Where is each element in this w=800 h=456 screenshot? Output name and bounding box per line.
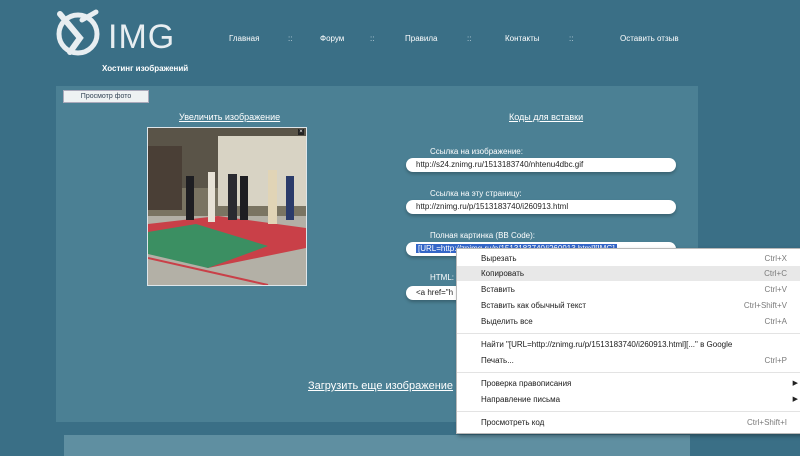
menu-item-shortcut: Ctrl+Shift+I: [746, 418, 787, 427]
footer-panel: [64, 435, 690, 456]
menu-separator: [457, 372, 800, 373]
menu-item-text-direction[interactable]: Направление письма ▶: [457, 392, 800, 407]
menu-item-shortcut: Ctrl+X: [764, 254, 787, 263]
menu-item-label: Копировать: [481, 269, 525, 278]
menu-item-print[interactable]: Печать... Ctrl+P: [457, 353, 800, 368]
menu-separator: [457, 333, 800, 334]
menu-item-shortcut: Ctrl+A: [764, 317, 787, 326]
menu-item-copy[interactable]: Копировать Ctrl+C: [457, 266, 800, 281]
bbcode-label: Полная картинка (BB Code):: [430, 231, 535, 240]
menu-item-shortcut: Ctrl+V: [764, 285, 787, 294]
nav-separator: ::: [569, 34, 574, 43]
menu-item-spellcheck[interactable]: Проверка правописания ▶: [457, 376, 800, 391]
menu-item-paste-plain[interactable]: Вставить как обычный текст Ctrl+Shift+V: [457, 298, 800, 313]
menu-item-label: Вставить как обычный текст: [481, 301, 587, 310]
menu-item-label: Выделить все: [481, 317, 533, 326]
nav-forum[interactable]: Форум: [320, 34, 344, 43]
menu-item-select-all[interactable]: Выделить все Ctrl+A: [457, 314, 800, 329]
upload-more-link[interactable]: Загрузить еще изображение: [308, 380, 453, 392]
context-menu: Вырезать Ctrl+X Копировать Ctrl+C Встави…: [456, 248, 800, 434]
page-link-label: Ссылка на эту страницу:: [430, 189, 522, 198]
logo-subtitle: Хостинг изображений: [102, 64, 189, 73]
nav-separator: ::: [288, 34, 293, 43]
menu-item-shortcut: Ctrl+Shift+V: [743, 301, 787, 310]
html-code-label: HTML:: [430, 273, 454, 282]
nav-contacts[interactable]: Контакты: [505, 34, 540, 43]
chevron-right-icon: ▶: [792, 396, 798, 403]
menu-item-label: Проверка правописания: [481, 379, 572, 388]
logo-icon: [56, 9, 100, 56]
menu-item-label: Вставить: [481, 285, 515, 294]
menu-item-search-google[interactable]: Найти "[URL=http://znimg.ru/p/1513183740…: [457, 337, 800, 352]
menu-item-label: Печать...: [481, 356, 514, 365]
menu-item-label: Направление письма: [481, 395, 561, 404]
photo-thumbnail[interactable]: ×: [147, 127, 307, 286]
menu-item-inspect[interactable]: Просмотреть код Ctrl+Shift+I: [457, 415, 800, 430]
nav-rules[interactable]: Правила: [405, 34, 437, 43]
chevron-right-icon: ▶: [792, 380, 798, 387]
close-icon[interactable]: ×: [298, 129, 304, 135]
image-link-label: Ссылка на изображение:: [430, 147, 523, 156]
image-link-field[interactable]: http://s24.znimg.ru/1513183740/nhtenu4db…: [406, 158, 676, 172]
menu-item-shortcut: Ctrl+P: [764, 356, 787, 365]
nav-separator: ::: [467, 34, 472, 43]
tab-photo-view[interactable]: Просмотр фото: [63, 90, 149, 103]
site-logo[interactable]: IMG Хостинг изображений: [56, 8, 196, 73]
embed-codes-link[interactable]: Коды для вставки: [509, 112, 583, 122]
menu-item-shortcut: Ctrl+C: [764, 269, 787, 278]
enlarge-image-link[interactable]: Увеличить изображение: [179, 112, 280, 122]
photo-image: [148, 128, 306, 285]
nav-separator: ::: [370, 34, 375, 43]
menu-item-label: Найти "[URL=http://znimg.ru/p/1513183740…: [481, 340, 733, 349]
menu-item-label: Вырезать: [481, 254, 517, 263]
menu-separator: [457, 411, 800, 412]
nav-feedback[interactable]: Оставить отзыв: [620, 34, 679, 43]
nav-home[interactable]: Главная: [229, 34, 259, 43]
menu-item-paste[interactable]: Вставить Ctrl+V: [457, 282, 800, 297]
page-link-field[interactable]: http://znimg.ru/p/1513183740/i260913.htm…: [406, 200, 676, 214]
menu-item-label: Просмотреть код: [481, 418, 545, 427]
logo-text: IMG: [108, 18, 176, 56]
menu-item-cut[interactable]: Вырезать Ctrl+X: [457, 251, 800, 266]
